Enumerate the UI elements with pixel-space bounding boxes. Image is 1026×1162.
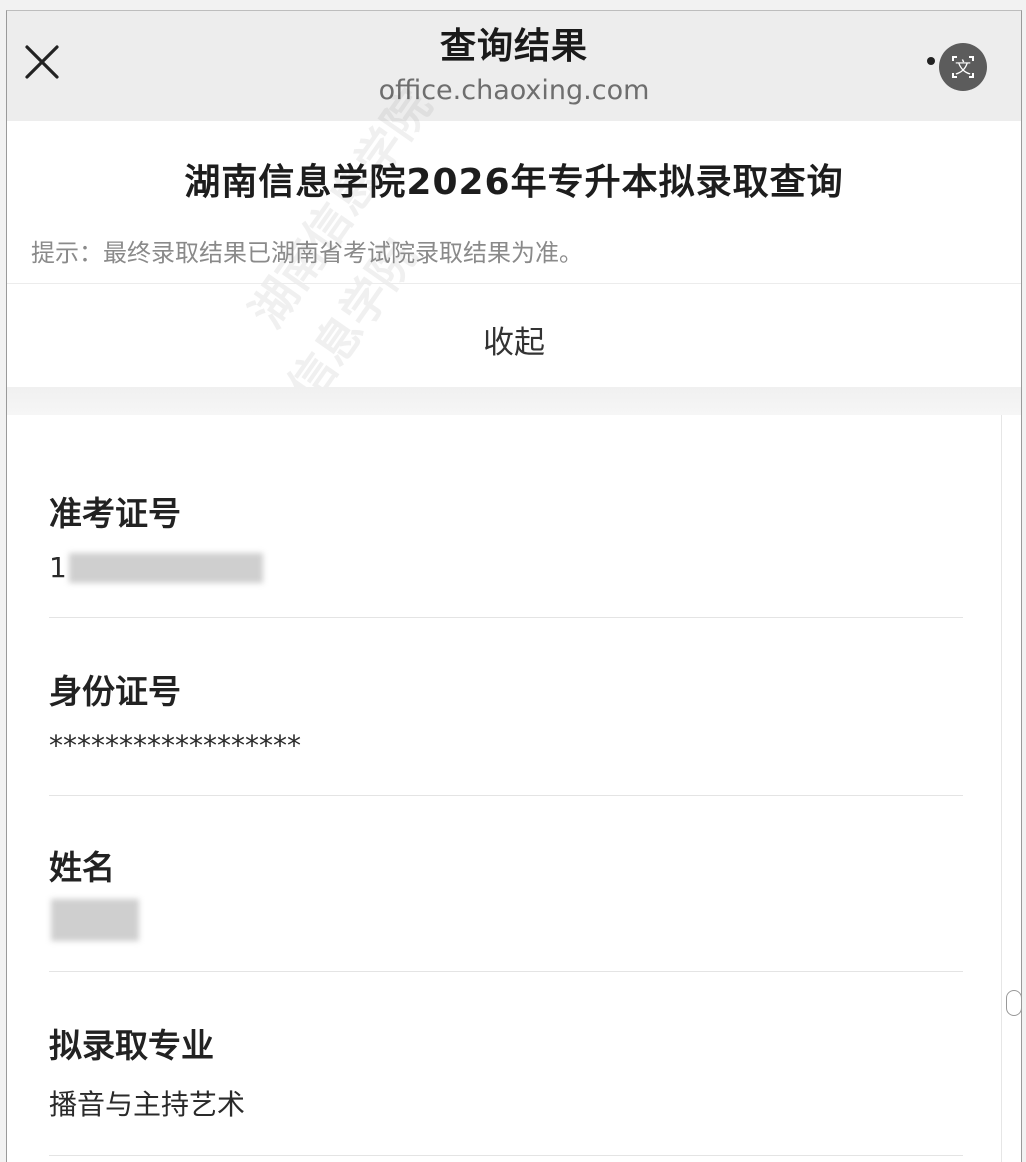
row-divider: [49, 617, 963, 618]
translate-button[interactable]: 文: [939, 43, 987, 91]
row-divider: [49, 795, 963, 796]
name-label: 姓名: [49, 848, 115, 887]
nav-url: office.chaoxing.com: [378, 75, 650, 106]
redacted-block: [51, 899, 139, 941]
id-number-label: 身份证号: [49, 672, 181, 711]
translate-icon: 文: [952, 56, 974, 78]
more-dot-icon: [927, 57, 935, 65]
exam-number-value: 1: [49, 551, 67, 584]
redacted-block: [69, 553, 263, 583]
major-value: 播音与主持艺术: [49, 1088, 246, 1121]
exam-number-label: 准考证号: [49, 494, 181, 533]
scroll-handle[interactable]: [1006, 990, 1022, 1016]
section-separator: [7, 387, 1021, 415]
page-title: 湖南信息学院2026年专升本拟录取查询: [184, 162, 844, 203]
browser-webview: 查询结果 office.chaoxing.com 文 湖南信息学院 湖南信息学院…: [6, 10, 1022, 1162]
svg-text:文: 文: [955, 58, 971, 77]
result-card: 准考证号 1 身份证号 ****************** 姓名 拟录取专业 …: [7, 415, 1002, 1162]
divider: [7, 283, 1021, 284]
nav-bar: 查询结果 office.chaoxing.com 文: [7, 11, 1021, 121]
collapse-button[interactable]: 收起: [7, 317, 1021, 362]
major-label: 拟录取专业: [49, 1026, 214, 1065]
row-divider: [49, 971, 963, 972]
nav-title: 查询结果: [439, 26, 588, 67]
row-divider: [49, 1155, 963, 1156]
id-number-value: ******************: [49, 729, 301, 762]
hint-text: 提示：最终录取结果已湖南省考试院录取结果为准。: [31, 239, 583, 267]
